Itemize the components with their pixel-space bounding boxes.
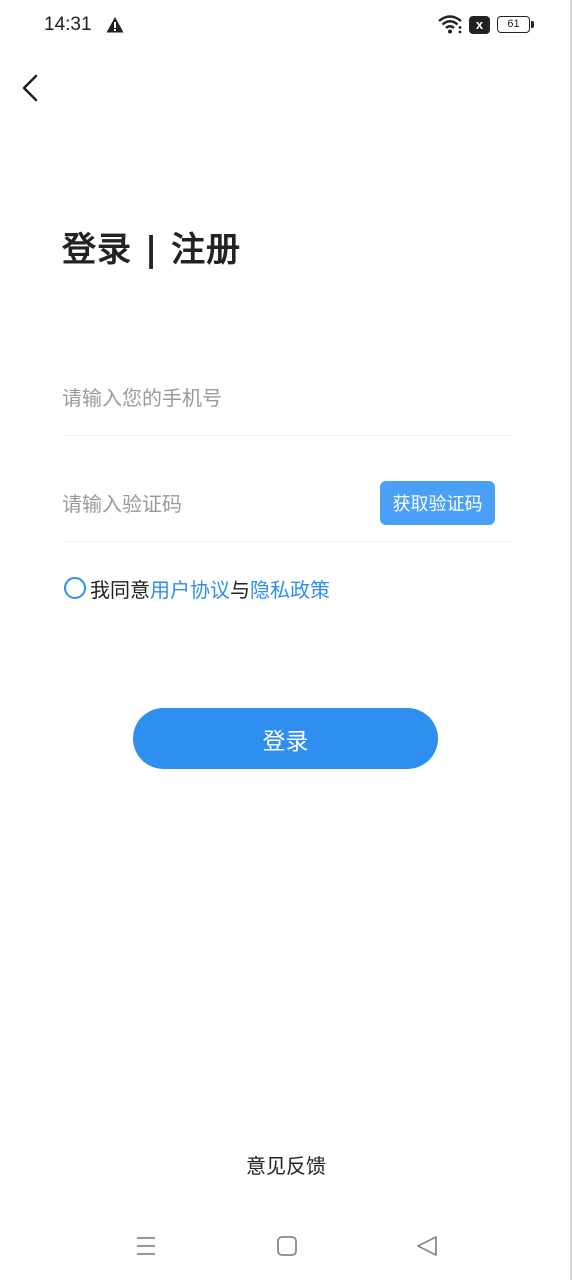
code-field: 获取验证码 — [62, 474, 512, 542]
wifi-icon — [438, 15, 462, 34]
battery-level: 61 — [507, 18, 520, 30]
navigation-bar — [0, 1218, 572, 1274]
back-button[interactable] — [10, 66, 50, 110]
agree-prefix: 我同意 — [90, 577, 150, 602]
agree-conjunction: 与 — [230, 577, 250, 602]
page-title: 登录 | 注册 — [62, 230, 242, 270]
phone-field — [62, 370, 512, 436]
login-button[interactable]: 登录 — [133, 708, 438, 769]
agreement-row: 我同意 用户协议 与 隐私政策 — [64, 574, 330, 602]
feedback-link[interactable]: 意见反馈 — [0, 1150, 572, 1179]
phone-input[interactable] — [62, 378, 502, 418]
home-icon[interactable] — [275, 1234, 299, 1258]
menu-icon[interactable] — [134, 1234, 158, 1258]
privacy-policy-link[interactable]: 隐私政策 — [250, 574, 330, 603]
user-agreement-link[interactable]: 用户协议 — [150, 574, 230, 603]
code-input[interactable] — [62, 484, 362, 524]
notification-x-icon: x — [469, 16, 490, 34]
warning-icon — [106, 17, 124, 33]
agree-checkbox[interactable] — [64, 577, 86, 599]
chevron-left-icon — [22, 74, 38, 102]
status-bar: 14:31 x 61 — [0, 0, 572, 52]
back-triangle-icon[interactable] — [414, 1234, 440, 1258]
status-time: 14:31 — [44, 14, 92, 35]
get-code-button[interactable]: 获取验证码 — [380, 481, 495, 525]
battery-icon: 61 — [497, 16, 534, 33]
